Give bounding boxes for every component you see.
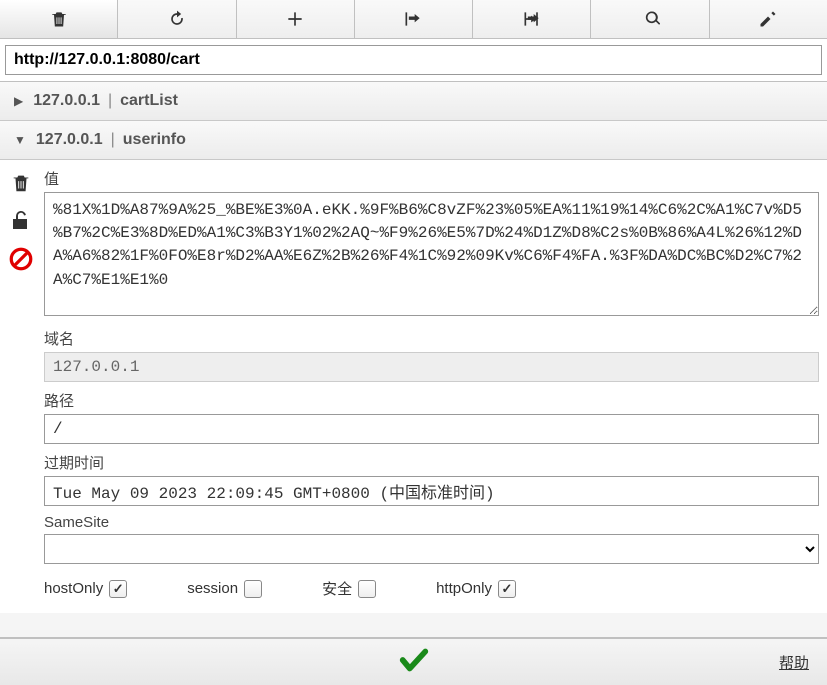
- domain-label: 域名: [44, 328, 819, 349]
- hostonly-label: hostOnly: [44, 580, 103, 597]
- samesite-label: SameSite: [44, 514, 819, 531]
- cookie-fields: 值 域名 路径 过期时间 SameSite hostOnly: [44, 168, 819, 599]
- checkbox-row: hostOnly session 安全 httpOnly: [44, 572, 819, 599]
- confirm-button[interactable]: [397, 643, 431, 681]
- httponly-checkbox[interactable]: [498, 580, 516, 598]
- path-label: 路径: [44, 390, 819, 411]
- samesite-select[interactable]: [44, 534, 819, 564]
- import-button[interactable]: [355, 0, 473, 38]
- secure-checkbox[interactable]: [358, 580, 376, 598]
- cookie-name: userinfo: [123, 131, 186, 149]
- cookie-host: 127.0.0.1: [36, 131, 103, 149]
- expires-input[interactable]: [44, 476, 819, 506]
- url-input[interactable]: [5, 45, 822, 75]
- toolbar: [0, 0, 827, 39]
- expires-label: 过期时间: [44, 452, 819, 473]
- hostonly-checkbox[interactable]: [109, 580, 127, 598]
- delete-all-button[interactable]: [0, 0, 118, 38]
- add-button[interactable]: [237, 0, 355, 38]
- value-input[interactable]: [44, 192, 819, 316]
- search-button[interactable]: [591, 0, 709, 38]
- footer: 帮助: [0, 637, 827, 685]
- help-link[interactable]: 帮助: [779, 652, 809, 673]
- path-input[interactable]: [44, 414, 819, 444]
- block-icon[interactable]: [8, 246, 34, 272]
- cookie-header-cartlist[interactable]: ▶ 127.0.0.1 | cartList: [0, 82, 827, 121]
- cookie-side-actions: [8, 168, 44, 599]
- secure-label: 安全: [322, 578, 352, 599]
- export-button[interactable]: [473, 0, 591, 38]
- collapse-icon: ▼: [14, 133, 26, 147]
- cookie-list: ▶ 127.0.0.1 | cartList ▼ 127.0.0.1 | use…: [0, 82, 827, 637]
- cookie-name: cartList: [120, 92, 178, 110]
- session-checkbox[interactable]: [244, 580, 262, 598]
- cookie-host: 127.0.0.1: [33, 92, 100, 110]
- session-label: session: [187, 580, 238, 597]
- url-bar: [0, 39, 827, 82]
- domain-input: [44, 352, 819, 382]
- value-label: 值: [44, 168, 819, 189]
- unlock-icon[interactable]: [8, 208, 34, 234]
- expand-icon: ▶: [14, 94, 23, 108]
- refresh-button[interactable]: [118, 0, 236, 38]
- httponly-label: httpOnly: [436, 580, 492, 597]
- cookie-detail: 值 域名 路径 过期时间 SameSite hostOnly: [0, 160, 827, 613]
- delete-cookie-button[interactable]: [8, 170, 34, 196]
- settings-button[interactable]: [710, 0, 827, 38]
- cookie-header-userinfo[interactable]: ▼ 127.0.0.1 | userinfo: [0, 121, 827, 160]
